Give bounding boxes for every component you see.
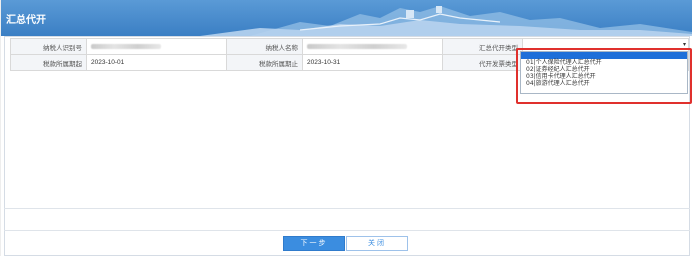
period-start-field[interactable]: 2023-10-01	[86, 54, 227, 71]
taxpayer-name-label: 纳税人名称	[226, 38, 303, 55]
period-end-label: 税款所属期止	[226, 54, 303, 71]
divider	[4, 208, 690, 209]
red-highlight-box	[516, 48, 692, 104]
great-wall-banner-image	[200, 6, 692, 36]
taxpayer-id-value	[86, 38, 227, 55]
invoice-type-label: 代开发票类型	[442, 54, 523, 71]
page-title: 汇总代开	[6, 15, 46, 26]
close-button[interactable]: 关闭	[346, 236, 408, 251]
left-border-line	[0, 0, 1, 256]
divider	[4, 230, 690, 231]
taxpayer-name-value	[302, 38, 443, 55]
header-banner: 汇总代开	[0, 0, 692, 36]
summary-type-label: 汇总代开类型	[442, 38, 523, 55]
period-end-field[interactable]: 2023-10-31	[302, 54, 443, 71]
next-step-button[interactable]: 下一步	[283, 236, 345, 251]
chevron-down-icon[interactable]: ▾	[683, 41, 686, 48]
period-start-label: 税款所属期起	[10, 54, 87, 71]
taxpayer-id-label: 纳税人识别号	[10, 38, 87, 55]
